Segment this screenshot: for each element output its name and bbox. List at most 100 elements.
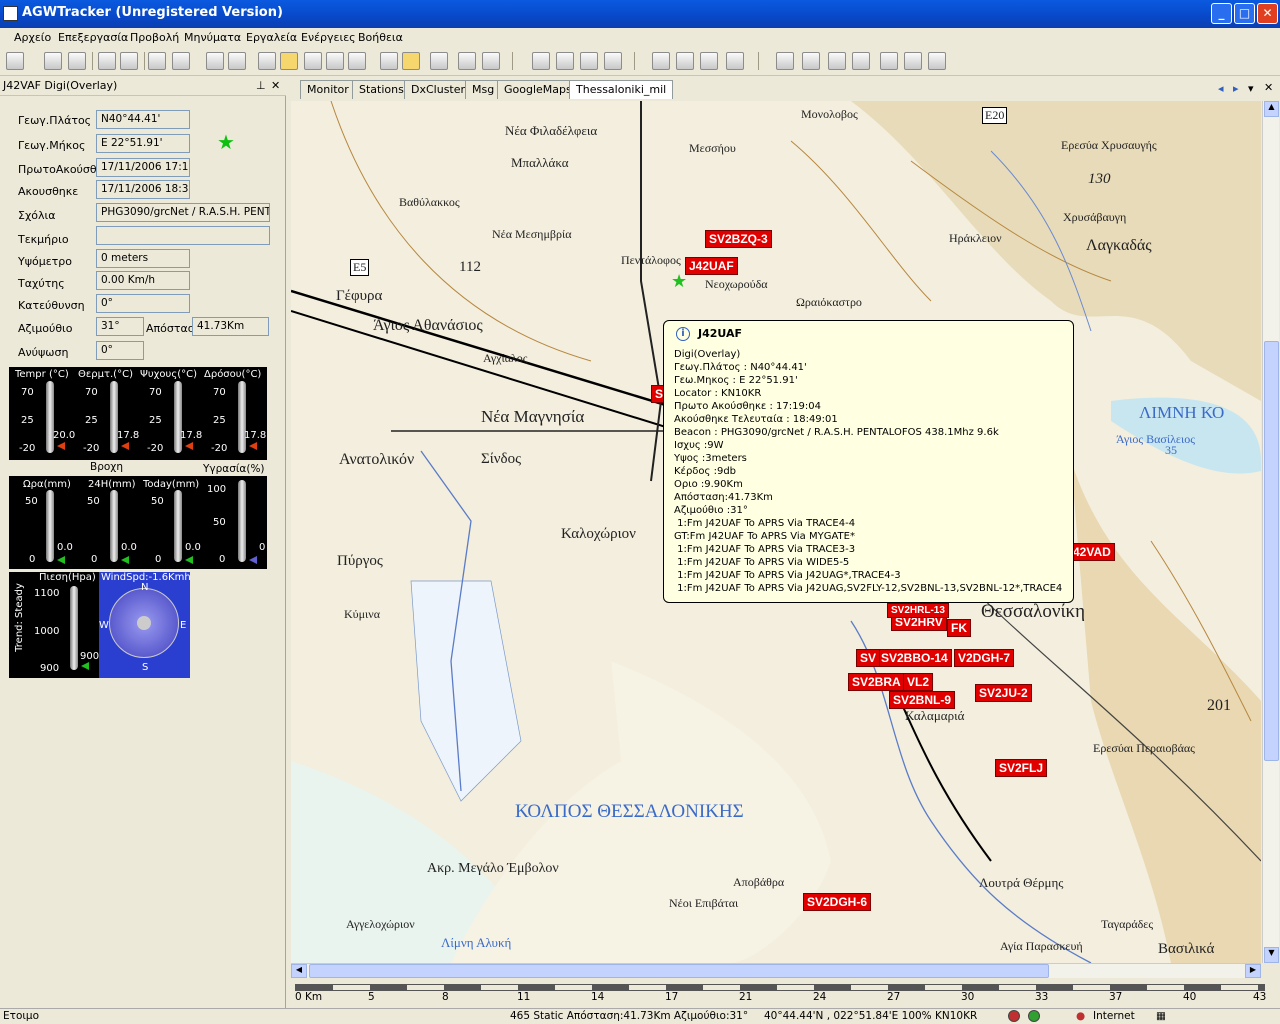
panel-close-icon[interactable]: ✕ bbox=[271, 79, 280, 92]
toolbar-separator bbox=[634, 52, 635, 70]
redo-icon[interactable] bbox=[802, 52, 820, 70]
menu-view[interactable]: Προβολή bbox=[130, 31, 179, 44]
tab-thessaloniki-mil[interactable]: Thessaloniki_mil bbox=[569, 80, 674, 99]
undo-icon[interactable] bbox=[776, 52, 794, 70]
tab-dxcluster[interactable]: DxCluster bbox=[404, 80, 473, 99]
new-icon[interactable] bbox=[6, 52, 24, 70]
zoom-out-icon[interactable] bbox=[148, 52, 166, 70]
map-icon[interactable] bbox=[258, 52, 276, 70]
station-callsign[interactable]: SV2DGH-6 bbox=[803, 893, 872, 911]
station-callsign[interactable]: FK bbox=[947, 619, 971, 637]
scroll-down-icon[interactable]: ▼ bbox=[1264, 947, 1279, 963]
print-icon[interactable] bbox=[98, 52, 116, 70]
station-callsign[interactable]: VL2 bbox=[903, 673, 934, 691]
station-icon[interactable] bbox=[604, 52, 622, 70]
center-icon[interactable] bbox=[348, 52, 366, 70]
add-icon[interactable] bbox=[326, 52, 344, 70]
menu-actions[interactable]: Ενέργειες bbox=[301, 31, 356, 44]
select-icon[interactable] bbox=[304, 52, 322, 70]
station-callsign[interactable]: SV2BZQ-3 bbox=[705, 230, 772, 248]
station-callsign[interactable]: SV2HRL-13 bbox=[887, 603, 949, 618]
latitude-field[interactable]: N40°44.41' bbox=[96, 110, 190, 129]
station-callsign[interactable]: SV2BRA bbox=[848, 673, 905, 691]
tab-list-icon[interactable]: ▾ bbox=[1248, 82, 1254, 95]
close-map-icon[interactable] bbox=[852, 52, 870, 70]
zoom-in-icon[interactable] bbox=[172, 52, 190, 70]
map-label: 201 bbox=[1207, 697, 1231, 714]
menu-edit[interactable]: Επεξεργασία bbox=[58, 31, 128, 44]
pan-icon[interactable] bbox=[206, 52, 224, 70]
scroll-left-icon[interactable]: ◀ bbox=[291, 964, 307, 978]
elevation-field[interactable]: 0° bbox=[96, 341, 144, 360]
scroll-thumb[interactable] bbox=[1264, 341, 1279, 761]
delete-icon[interactable] bbox=[532, 52, 550, 70]
minimize-button[interactable]: _ bbox=[1211, 3, 1232, 24]
hscroll-thumb[interactable] bbox=[309, 964, 1049, 978]
message-icon[interactable] bbox=[580, 52, 598, 70]
ruler-icon[interactable] bbox=[402, 52, 420, 70]
gauge-value: 17.8 bbox=[180, 430, 203, 441]
map-label: Αγχίαλος bbox=[483, 351, 528, 365]
lightning-icon[interactable] bbox=[430, 52, 448, 70]
fit-icon[interactable] bbox=[228, 52, 246, 70]
speed-field[interactable]: 0.00 Km/h bbox=[96, 271, 190, 290]
cut-icon[interactable] bbox=[828, 52, 846, 70]
info-icon[interactable] bbox=[458, 52, 476, 70]
menu-help[interactable]: Βοήθεια bbox=[358, 31, 403, 44]
map-label: Ταγαράδες bbox=[1101, 917, 1154, 931]
scroll-right-icon[interactable]: ▶ bbox=[1245, 964, 1261, 978]
menu-file[interactable]: Αρχείο bbox=[14, 31, 51, 44]
menu-tools[interactable]: Εργαλεία bbox=[246, 31, 297, 44]
first-heard-field[interactable]: 17/11/2006 17:1 bbox=[96, 158, 190, 177]
maximize-button[interactable]: □ bbox=[1234, 3, 1255, 24]
station-callsign[interactable]: SV2JU-2 bbox=[975, 684, 1032, 702]
last-heard-field[interactable]: 17/11/2006 18:3 bbox=[96, 180, 190, 199]
field-label: Υψόμετρο bbox=[18, 255, 72, 268]
tab-msg[interactable]: Msg bbox=[465, 80, 502, 99]
station-callsign[interactable]: SV bbox=[856, 649, 881, 667]
layer-icon[interactable] bbox=[676, 52, 694, 70]
window-icon[interactable] bbox=[700, 52, 718, 70]
export-icon[interactable] bbox=[120, 52, 138, 70]
edit-icon[interactable] bbox=[556, 52, 574, 70]
distance-field[interactable]: 41.73Km bbox=[192, 317, 269, 336]
list-icon[interactable] bbox=[928, 52, 946, 70]
station-star-icon[interactable]: ★ bbox=[671, 271, 687, 292]
station-callsign[interactable]: V2DGH-7 bbox=[954, 649, 1015, 667]
station-callsign[interactable]: SV2BBO-14 bbox=[877, 649, 952, 667]
altitude-field[interactable]: 0 meters bbox=[96, 249, 190, 268]
station-callsign[interactable]: 42VAD bbox=[1069, 543, 1115, 561]
map-label: Γέφυρα bbox=[336, 288, 383, 304]
station-callsign[interactable]: SV2BNL-9 bbox=[889, 691, 956, 709]
people-icon[interactable] bbox=[904, 52, 922, 70]
horizontal-scrollbar[interactable]: ◀ ▶ bbox=[291, 963, 1261, 978]
station-callsign[interactable]: SV2FLJ bbox=[995, 759, 1048, 777]
tab-monitor[interactable]: Monitor bbox=[300, 80, 356, 99]
field-label: Αζιμούθιο bbox=[18, 322, 73, 335]
pin-icon[interactable]: ⊥ bbox=[256, 79, 266, 92]
users-icon[interactable] bbox=[880, 52, 898, 70]
menu-messages[interactable]: Μηνύματα bbox=[184, 31, 241, 44]
course-field[interactable]: 0° bbox=[96, 294, 190, 313]
comments-field[interactable]: PHG3090/grcNet / R.A.S.H. PENT. bbox=[96, 203, 270, 222]
vertical-scrollbar[interactable]: ▲ ▼ bbox=[1262, 101, 1279, 963]
close-button[interactable]: ✕ bbox=[1257, 3, 1278, 24]
compass-icon[interactable] bbox=[380, 52, 398, 70]
grid-icon[interactable] bbox=[652, 52, 670, 70]
save-icon[interactable] bbox=[68, 52, 86, 70]
station-callsign[interactable]: J42UAF bbox=[685, 257, 738, 275]
status-field[interactable] bbox=[96, 226, 270, 245]
tab-next-icon[interactable]: ▸ bbox=[1233, 82, 1239, 95]
open-icon[interactable] bbox=[44, 52, 62, 70]
tab-prev-icon[interactable]: ◂ bbox=[1218, 82, 1224, 95]
tab-stations[interactable]: Stations bbox=[352, 80, 411, 99]
help-icon[interactable] bbox=[482, 52, 500, 70]
scroll-up-icon[interactable]: ▲ bbox=[1264, 101, 1279, 117]
tab-googlemaps[interactable]: GoogleMaps bbox=[497, 80, 579, 99]
azimuth-field[interactable]: 31° bbox=[96, 317, 144, 336]
hand-icon[interactable] bbox=[280, 52, 298, 70]
field-label: Τεκμήριο bbox=[18, 233, 69, 246]
longitude-field[interactable]: E 22°51.91' bbox=[96, 134, 190, 153]
refresh-icon[interactable] bbox=[726, 52, 744, 70]
tab-close-icon[interactable]: ✕ bbox=[1264, 81, 1273, 94]
